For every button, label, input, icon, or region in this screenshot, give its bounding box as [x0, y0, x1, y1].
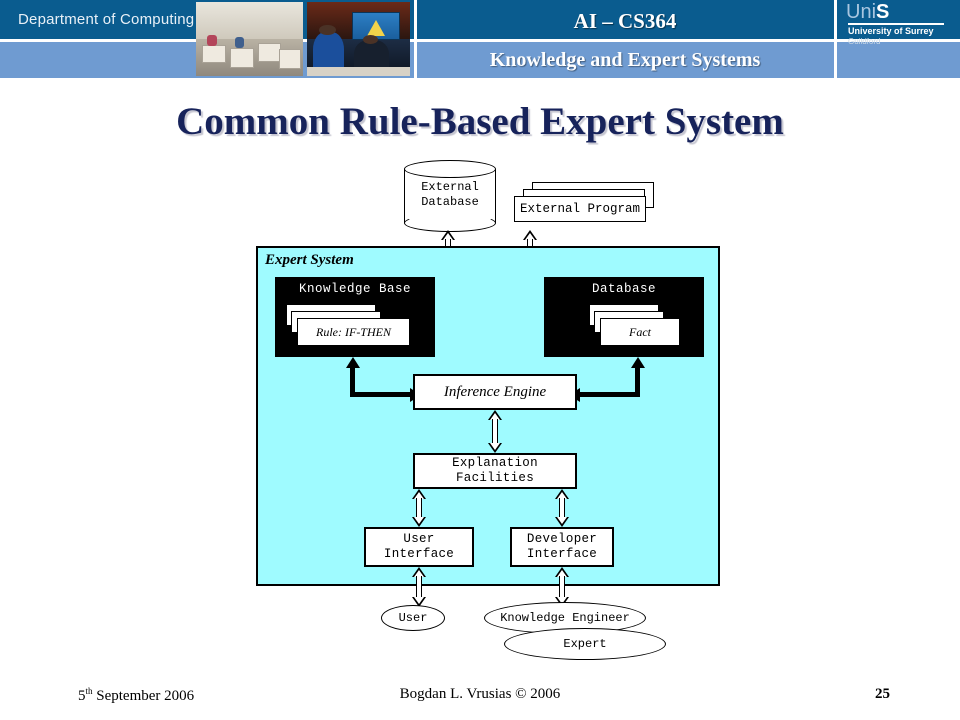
header-divider-left	[414, 0, 417, 80]
department-label: Department of Computing	[18, 11, 195, 28]
arrow-shaft	[559, 576, 565, 598]
arrow-segment-horizontal	[350, 392, 414, 397]
arrow-developer-interface-to-knowledge-engineer	[555, 567, 569, 607]
developer-interface-box: Developer Interface	[510, 527, 614, 567]
photo-lab-desk-4	[279, 49, 301, 70]
logo-wordmark-prefix: Uni	[846, 1, 877, 23]
arrowhead-down	[412, 517, 426, 527]
explanation-facilities-box: Explanation Facilities	[413, 453, 577, 489]
header-divider-right	[834, 0, 837, 80]
photo-students-head-right	[362, 34, 379, 45]
page-title: Common Rule-Based Expert System	[176, 100, 784, 143]
expert-system-diagram: External Database External Program Exper…	[0, 150, 960, 675]
knowledge-base-card-front: Rule: IF-THEN	[297, 318, 410, 346]
expert-node: Expert	[504, 628, 666, 660]
footer-page-number: 25	[875, 686, 890, 702]
logo-city-name: Guildford	[848, 37, 881, 46]
photo-lab-desk-2	[230, 47, 254, 68]
photo-lab-person-1	[206, 34, 218, 47]
course-title: AI – CS364	[573, 9, 677, 33]
arrow-shaft	[559, 498, 565, 518]
arrowhead-up	[631, 357, 645, 368]
photo-lab-upper	[196, 2, 303, 39]
arrow-explanation-facilities-to-user-interface	[412, 489, 426, 527]
user-interface-box: User Interface	[364, 527, 474, 567]
user-node: User	[381, 605, 445, 631]
arrowhead-down	[488, 443, 502, 453]
arrow-shaft	[492, 419, 498, 444]
external-program-label: External Program	[514, 196, 646, 222]
photo-students-image	[307, 2, 410, 76]
knowledge-base-card-label: Rule: IF-THEN	[316, 324, 391, 339]
arrowhead-down	[555, 517, 569, 527]
database-card-label: Fact	[629, 324, 651, 339]
external-program-node: External Program	[514, 182, 654, 228]
arrow-shaft	[416, 498, 422, 518]
arrow-knowledge-base-to-inference-engine	[346, 357, 421, 402]
logo-wordmark: UniS	[846, 2, 889, 22]
arrowhead-up	[346, 357, 360, 368]
knowledge-base-title: Knowledge Base	[298, 282, 412, 296]
slide-footer: 5th September 2006 Bogdan L. Vrusias © 2…	[0, 686, 960, 710]
logo-wordmark-suffix: S	[876, 1, 890, 23]
inference-engine-box: Inference Engine	[413, 374, 577, 410]
university-logo: UniS University of Surrey Guildford	[840, 2, 952, 50]
expert-system-label: Expert System	[265, 252, 354, 268]
photo-lab-desk-1	[202, 44, 226, 64]
database-title: Database	[591, 282, 656, 296]
external-database-node: External Database	[404, 160, 496, 232]
external-database-label-line2: Database	[421, 195, 479, 209]
arrow-user-interface-to-user	[412, 567, 426, 607]
slide-header: Department of Computing AI – CS364 Knowl…	[0, 0, 960, 80]
photo-lab-person-2	[234, 36, 245, 48]
arrow-database-to-inference-engine	[569, 357, 645, 402]
knowledge-base-panel: Knowledge Base Rule: IF-THEN	[275, 277, 435, 357]
arrow-shaft	[416, 576, 422, 598]
arrow-inference-engine-to-explanation-facilities	[488, 410, 502, 453]
module-title: Knowledge and Expert Systems	[489, 49, 761, 71]
arrow-segment-horizontal	[576, 392, 640, 397]
arrow-explanation-facilities-to-developer-interface	[555, 489, 569, 527]
logo-university-name: University of Surrey	[848, 26, 934, 36]
database-panel: Database Fact	[544, 277, 704, 357]
footer-author: Bogdan L. Vrusias © 2006	[399, 686, 561, 702]
photo-students-monitor-graphic	[366, 19, 385, 36]
external-database-label-line1: External	[421, 180, 479, 194]
external-database-label: External Database	[404, 180, 496, 210]
photo-lab-image	[196, 2, 303, 76]
photo-students-desk	[307, 67, 410, 76]
cylinder-top	[404, 160, 496, 178]
photo-lab-desk-3	[258, 43, 282, 62]
database-card-front: Fact	[600, 318, 680, 346]
